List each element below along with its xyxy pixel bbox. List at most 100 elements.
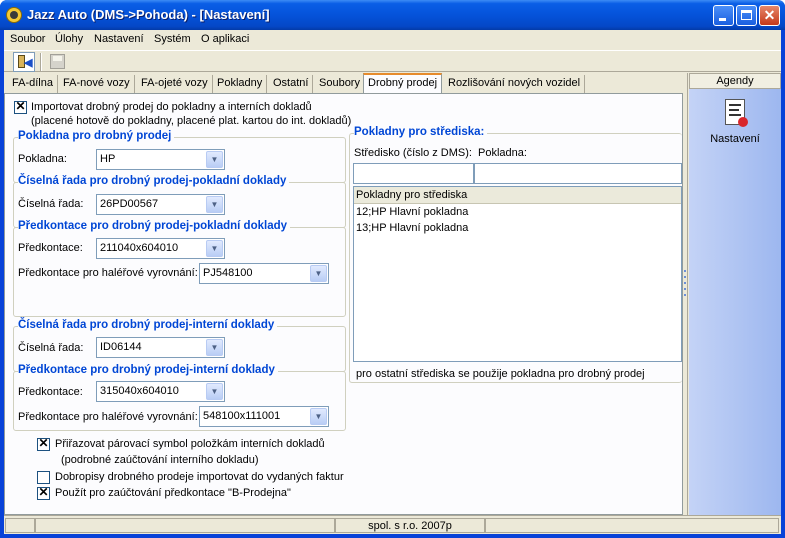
halerove-interni-select[interactable]: 548100x111001 ▼ xyxy=(199,406,329,427)
halerove-interni-label: Předkontace pro haléřové vyrovnání: xyxy=(18,411,198,423)
tab-pokladny[interactable]: Pokladny xyxy=(213,75,268,93)
predkontace-pokladni-label: Předkontace: xyxy=(18,242,83,254)
close-button[interactable]: ✕ xyxy=(759,5,780,26)
tab-fa-ojete-vozy[interactable]: FA-ojeté vozy xyxy=(137,75,213,93)
exit-arrow-icon: ◀ xyxy=(24,57,33,69)
tab-panel-drobny-prodej: ✕ Importovat drobný prodej do pokladny a… xyxy=(4,93,683,515)
client-area: Soubor Úlohy Nastavení Systém O aplikaci… xyxy=(4,30,781,534)
tab-ostatni[interactable]: Ostatní xyxy=(269,75,314,93)
rada-interni-select[interactable]: ID06144 ▼ xyxy=(96,337,225,358)
dropdown-arrow-button[interactable]: ▼ xyxy=(310,265,327,282)
settings-document-icon[interactable] xyxy=(725,99,748,127)
rada-pokladni-value: 26PD00567 xyxy=(100,198,159,210)
ostatni-strediska-note: pro ostatní střediska se použije pokladn… xyxy=(356,368,645,380)
import-checkbox-label: Importovat drobný prodej do pokladny a i… xyxy=(31,101,312,113)
list-column-header[interactable]: Pokladny pro střediska xyxy=(354,187,681,204)
pokladny-strediska-list[interactable]: Pokladny pro střediska 12;HP Hlavní pokl… xyxy=(353,186,682,362)
dobropisy-checkbox[interactable] xyxy=(37,471,50,484)
status-company: spol. s r.o. 2007p xyxy=(368,520,452,532)
menu-ulohy[interactable]: Úlohy xyxy=(55,33,83,45)
halerove-pokladni-value: PJ548100 xyxy=(203,267,253,279)
menu-o-aplikaci[interactable]: O aplikaci xyxy=(201,33,249,45)
maximize-icon xyxy=(741,10,752,20)
rada-interni-label: Číselná řada: xyxy=(18,342,84,354)
menu-system[interactable]: Systém xyxy=(154,33,191,45)
predkontace-pokladni-value: 211040x604010 xyxy=(100,242,179,254)
import-checkbox[interactable]: ✕ xyxy=(14,99,27,114)
agendy-header: Agendy xyxy=(689,73,781,89)
pokladna-label: Pokladna: xyxy=(18,153,67,165)
group-predkontace-pokladni-title: Předkontace pro drobný prodej-pokladní d… xyxy=(18,220,291,232)
stredisko-input[interactable] xyxy=(353,163,474,184)
app-logo-icon xyxy=(6,7,22,23)
tab-fa-dilna[interactable]: FA-dílna xyxy=(8,75,58,93)
checkbox-check-icon: ✕ xyxy=(38,436,49,450)
tab-strip: FA-dílna FA-nové vozy FA-ojeté vozy Pokl… xyxy=(4,73,685,94)
import-checkbox-sublabel: (placené hotově do pokladny, placené pla… xyxy=(31,115,352,127)
status-cell-2 xyxy=(35,518,335,533)
pokladny-strediska-title: Pokladny pro střediska: xyxy=(354,126,488,138)
status-bar: spol. s r.o. 2007p xyxy=(4,515,781,534)
dropdown-arrow-button[interactable]: ▼ xyxy=(206,196,223,213)
toolbar-separator xyxy=(40,53,42,71)
checkbox-check-icon: ✕ xyxy=(15,99,26,113)
chevron-down-icon: ▼ xyxy=(210,387,219,396)
pokladna-select[interactable]: HP ▼ xyxy=(96,149,225,170)
list-item[interactable]: 13;HP Hlavní pokladna xyxy=(356,222,468,234)
dropdown-arrow-button[interactable]: ▼ xyxy=(206,339,223,356)
rada-pokladni-select[interactable]: 26PD00567 ▼ xyxy=(96,194,225,215)
parovaci-symbol-sublabel: (podrobné zaúčtování interního dokladu) xyxy=(61,454,259,466)
save-icon xyxy=(50,54,65,69)
group-predkontace-interni-title: Předkontace pro drobný prodej-interní do… xyxy=(18,364,278,376)
halerove-pokladni-label: Předkontace pro haléřové vyrovnání: xyxy=(18,267,198,279)
chevron-down-icon: ▼ xyxy=(314,269,323,278)
tab-rozlisovani-novych-vozidel[interactable]: Rozlišování nových vozidel xyxy=(444,75,586,93)
dropdown-arrow-button[interactable]: ▼ xyxy=(206,151,223,168)
group-rada-pokladni-title: Číselná řada pro drobný prodej-pokladní … xyxy=(18,175,290,187)
predkontace-interni-select[interactable]: 315040x604010 ▼ xyxy=(96,381,225,402)
window-title: Jazz Auto (DMS->Pohoda) - [Nastavení] xyxy=(27,7,270,22)
seal-icon xyxy=(738,117,748,127)
dropdown-arrow-button[interactable]: ▼ xyxy=(206,383,223,400)
save-button[interactable] xyxy=(47,52,69,72)
chevron-down-icon: ▼ xyxy=(210,200,219,209)
status-cell-3: spol. s r.o. 2007p xyxy=(335,518,485,533)
tab-drobny-prodej[interactable]: Drobný prodej xyxy=(363,73,442,94)
tab-soubory[interactable]: Soubory xyxy=(315,75,365,93)
chevron-down-icon: ▼ xyxy=(314,412,323,421)
stredisko-column-label: Středisko (číslo z DMS): xyxy=(354,147,472,159)
b-prodejna-label: Použít pro zaúčtování předkontace "B-Pro… xyxy=(55,487,291,499)
group-rada-interni-title: Číselná řada pro drobný prodej-interní d… xyxy=(18,319,278,331)
chevron-down-icon: ▼ xyxy=(210,343,219,352)
rada-pokladni-label: Číselná řada: xyxy=(18,198,84,210)
menu-bar: Soubor Úlohy Nastavení Systém O aplikaci xyxy=(4,30,781,50)
exit-button[interactable]: ◀ xyxy=(13,52,35,72)
checkbox-check-icon: ✕ xyxy=(38,485,49,499)
tab-fa-nove-vozy[interactable]: FA-nové vozy xyxy=(59,75,135,93)
maximize-button[interactable] xyxy=(736,5,757,26)
list-item[interactable]: 12;HP Hlavní pokladna xyxy=(356,206,468,218)
parovaci-symbol-checkbox[interactable]: ✕ xyxy=(37,436,50,451)
agendy-panel: Nastavení xyxy=(689,89,781,515)
close-icon: ✕ xyxy=(763,7,776,23)
b-prodejna-checkbox[interactable]: ✕ xyxy=(37,485,50,500)
minimize-icon xyxy=(719,18,726,21)
menu-nastaveni[interactable]: Nastavení xyxy=(94,33,144,45)
toolbar: ◀ xyxy=(4,50,781,72)
pokladna-input[interactable] xyxy=(474,163,682,184)
dropdown-arrow-button[interactable]: ▼ xyxy=(206,240,223,257)
predkontace-pokladni-select[interactable]: 211040x604010 ▼ xyxy=(96,238,225,259)
halerove-interni-value: 548100x111001 xyxy=(203,410,281,422)
dobropisy-label: Dobropisy drobného prodeje importovat do… xyxy=(55,471,344,483)
minimize-button[interactable] xyxy=(713,5,734,26)
agendy-sidebar: Agendy Nastavení xyxy=(687,73,781,515)
status-cell-4 xyxy=(485,518,779,533)
dropdown-arrow-button[interactable]: ▼ xyxy=(310,408,327,425)
pokladna-column-label: Pokladna: xyxy=(478,147,527,159)
chevron-down-icon: ▼ xyxy=(210,155,219,164)
halerove-pokladni-select[interactable]: PJ548100 ▼ xyxy=(199,263,329,284)
agenda-item-nastaveni[interactable]: Nastavení xyxy=(689,133,781,145)
app-window: Jazz Auto (DMS->Pohoda) - [Nastavení] ✕ … xyxy=(0,0,785,538)
title-bar[interactable]: Jazz Auto (DMS->Pohoda) - [Nastavení] ✕ xyxy=(0,0,785,30)
menu-soubor[interactable]: Soubor xyxy=(10,33,45,45)
